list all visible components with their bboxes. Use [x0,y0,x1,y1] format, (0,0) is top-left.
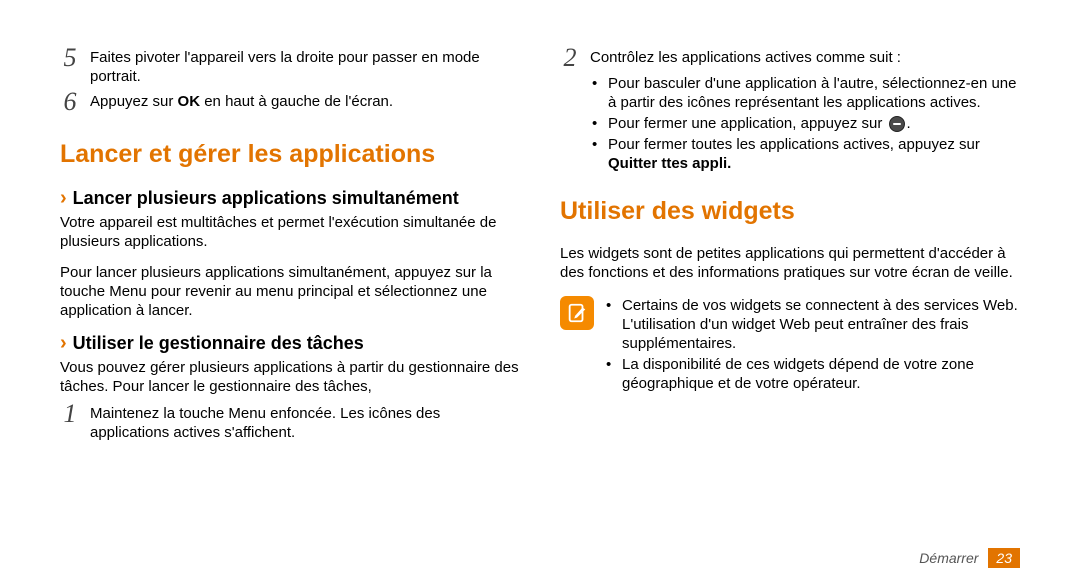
bullet-dot: • [592,74,600,112]
right-column: 2 Contrôlez les applications actives com… [560,48,1020,448]
bullet-item: • Pour fermer toutes les applications ac… [592,135,1020,173]
paragraph: Vous pouvez gérer plusieurs applications… [60,358,520,396]
text-fragment: Pour fermer toutes les applications acti… [608,136,980,153]
step-6: 6 Appuyez sur OK en haut à gauche de l'é… [60,92,520,112]
text-fragment: en haut à gauche de l'écran. [200,93,393,110]
left-column: 5 Faites pivoter l'appareil vers la droi… [60,48,520,448]
note-bullet: • La disponibilité de ces widgets dépend… [606,355,1020,393]
note-icon [560,296,594,330]
step-5: 5 Faites pivoter l'appareil vers la droi… [60,48,520,86]
step-text: Appuyez sur OK en haut à gauche de l'écr… [90,92,393,112]
step-text: Faites pivoter l'appareil vers la droite… [90,48,520,86]
paragraph: Les widgets sont de petites applications… [560,244,1020,282]
bullet-item: • Pour basculer d'une application à l'au… [592,74,1020,112]
step-2: 2 Contrôlez les applications actives com… [560,48,1020,68]
subheading-launch-multiple: › Lancer plusieurs applications simultan… [60,187,520,209]
step-text: Contrôlez les applications actives comme… [590,48,901,68]
chevron-icon: › [60,187,67,209]
step-text: Maintenez la touche Menu enfoncée. Les i… [90,404,520,442]
subheading-task-manager: › Utiliser le gestionnaire des tâches [60,332,520,354]
bullet-text: Pour fermer une application, appuyez sur… [608,114,911,133]
bold-quit-all: Quitter ttes appli. [608,155,731,172]
bullet-dot: • [606,355,614,393]
text-fragment: Appuyez sur [90,93,178,110]
heading-use-widgets: Utiliser des widgets [560,197,1020,226]
note-block: • Certains de vos widgets se connectent … [560,296,1020,395]
chevron-icon: › [60,332,67,354]
step-number: 1 [60,404,80,442]
bullet-text: Pour basculer d'une application à l'autr… [608,74,1020,112]
bullet-item: • Pour fermer une application, appuyez s… [592,114,1020,133]
paragraph: Votre appareil est multitâches et permet… [60,213,520,251]
footer-page-number: 23 [988,548,1020,568]
note-text: La disponibilité de ces widgets dépend d… [622,355,1020,393]
text-fragment: Pour fermer une application, appuyez sur [608,115,887,132]
bullet-dot: • [592,135,600,173]
footer-section-name: Démarrer [919,550,978,566]
page-footer: Démarrer 23 [919,548,1020,568]
step-1: 1 Maintenez la touche Menu enfoncée. Les… [60,404,520,442]
note-bullet: • Certains de vos widgets se connectent … [606,296,1020,353]
bullet-dot: • [592,114,600,133]
note-text: Certains de vos widgets se connectent à … [622,296,1020,353]
close-app-icon [889,116,905,132]
bullet-text: Pour fermer toutes les applications acti… [608,135,1020,173]
paragraph: Pour lancer plusieurs applications simul… [60,263,520,320]
subheading-text: Lancer plusieurs applications simultaném… [73,187,459,209]
step-number: 5 [60,48,80,86]
bullet-dot: • [606,296,614,353]
bold-ok: OK [178,93,201,110]
text-fragment: . [907,115,911,132]
subheading-text: Utiliser le gestionnaire des tâches [73,332,364,354]
heading-launch-manage-apps: Lancer et gérer les applications [60,140,520,169]
step-number: 6 [60,92,80,112]
step-number: 2 [560,48,580,68]
